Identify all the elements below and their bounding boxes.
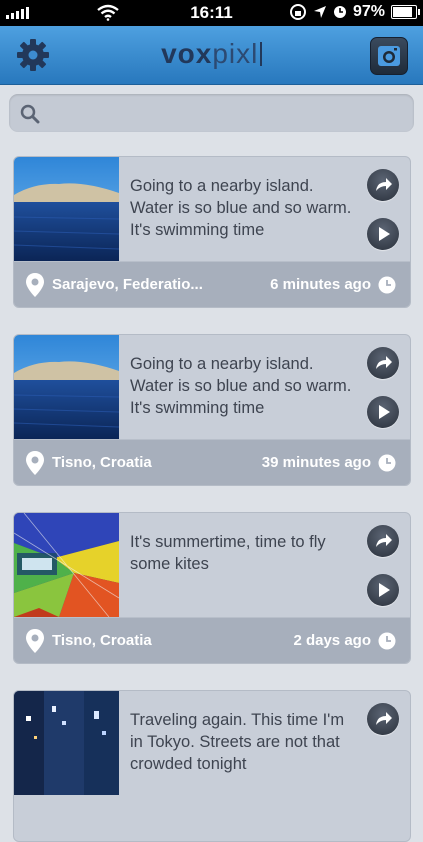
post-card[interactable]: Traveling again. This time I'm in Tokyo.… [13, 690, 411, 842]
share-icon [376, 356, 392, 369]
location-pin-icon [26, 451, 44, 475]
clock-icon [378, 276, 396, 294]
post-text: Going to a nearby island. Water is so bl… [130, 177, 352, 239]
post-card[interactable]: Going to a nearby island. Water is so bl… [13, 156, 411, 308]
search-bar[interactable] [9, 94, 414, 132]
search-icon [20, 104, 40, 124]
location-pin-icon [26, 629, 44, 653]
share-icon [376, 178, 392, 191]
post-card[interactable]: Going to a nearby island. Water is so bl… [13, 334, 411, 486]
alarm-icon [333, 6, 346, 18]
battery-percent: 97% [352, 3, 385, 20]
location-arrow-icon [313, 6, 326, 18]
search-input[interactable] [51, 102, 405, 126]
post-text: It's summertime, time to fly some kites [130, 533, 326, 573]
clock-icon [378, 454, 396, 472]
play-button[interactable] [367, 218, 399, 250]
play-icon [379, 227, 390, 241]
logo-bold: vox [161, 38, 213, 69]
share-button[interactable] [367, 347, 399, 379]
location-pin-icon [26, 273, 44, 297]
logo-light: pixl [212, 38, 259, 69]
post-photo[interactable] [14, 513, 119, 617]
post-text: Going to a nearby island. Water is so bl… [130, 355, 352, 417]
post-location: Sarajevo, Federatio... [52, 276, 203, 293]
share-button[interactable] [367, 169, 399, 201]
share-icon [376, 712, 392, 725]
post-time: 6 minutes ago [270, 276, 371, 293]
post-time: 39 minutes ago [261, 454, 371, 471]
post-photo[interactable] [14, 335, 119, 439]
play-icon [379, 405, 390, 419]
play-icon [379, 583, 390, 597]
post-text: Traveling again. This time I'm in Tokyo.… [130, 711, 345, 773]
post-time: 2 days ago [293, 632, 371, 649]
camera-button[interactable] [370, 37, 408, 75]
share-button[interactable] [367, 525, 399, 557]
post-location: Tisno, Croatia [52, 632, 152, 649]
post-location: Tisno, Croatia [52, 454, 152, 471]
share-button[interactable] [367, 703, 399, 735]
share-icon [376, 534, 392, 547]
post-footer: Tisno, Croatia 2 days ago [14, 617, 410, 663]
camera-icon [378, 46, 400, 66]
post-photo[interactable] [14, 691, 119, 795]
play-button[interactable] [367, 574, 399, 606]
post-card[interactable]: It's summertime, time to fly some kites … [13, 512, 411, 664]
rotation-lock-icon [289, 4, 306, 20]
battery-icon [391, 5, 420, 19]
post-photo[interactable] [14, 157, 119, 261]
nav-bar: voxpixl [0, 26, 423, 85]
post-footer: Tisno, Croatia 39 minutes ago [14, 439, 410, 485]
app-logo: voxpixl [0, 38, 423, 70]
status-bar: 16:11 97% [0, 0, 423, 26]
post-footer: Sarajevo, Federatio... 6 minutes ago [14, 261, 410, 307]
play-button[interactable] [367, 396, 399, 428]
clock-icon [378, 632, 396, 650]
